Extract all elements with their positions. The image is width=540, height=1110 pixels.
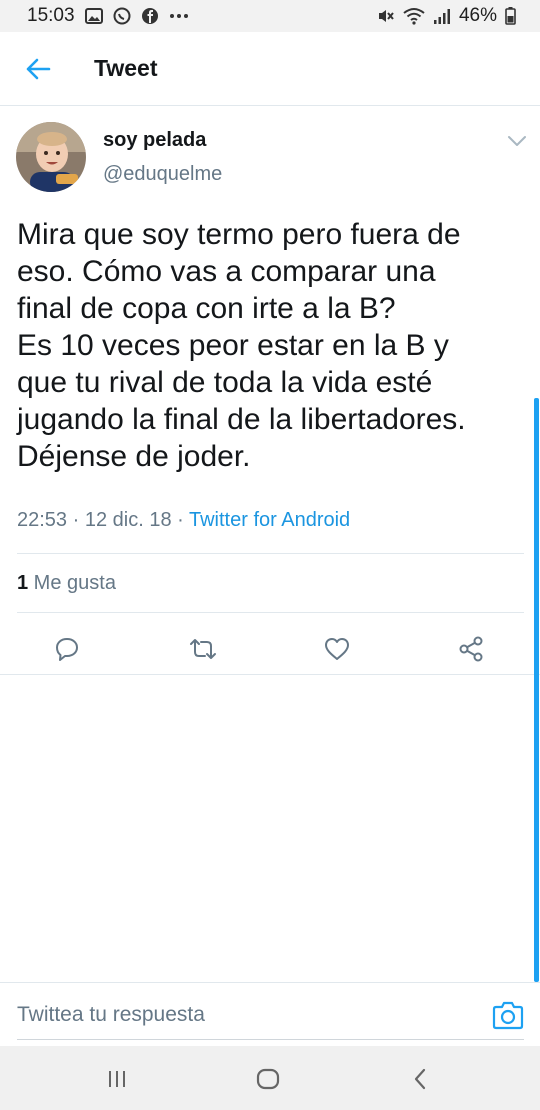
divider xyxy=(0,674,540,675)
status-bar: 15:03 46% xyxy=(0,0,540,32)
comment-icon xyxy=(56,638,78,661)
camera-button[interactable] xyxy=(492,1000,524,1030)
recent-apps-button[interactable] xyxy=(97,1064,137,1094)
system-nav-bar xyxy=(0,1046,540,1110)
battery-percent: 46% xyxy=(458,5,497,26)
tweet-text: Mira que soy termo pero fuera de eso. Có… xyxy=(17,218,466,473)
heart-icon xyxy=(325,638,349,660)
battery-icon xyxy=(505,7,516,25)
chevron-down-icon xyxy=(508,136,526,146)
arrow-left-icon xyxy=(26,58,51,79)
page-title: Tweet xyxy=(94,55,158,81)
divider xyxy=(17,612,524,613)
reply-bar xyxy=(0,982,540,1046)
whatsapp-icon xyxy=(113,7,131,25)
more-notifications-icon xyxy=(169,13,189,19)
author-name[interactable]: soy pelada xyxy=(103,129,206,152)
tweet-time: 22:53 xyxy=(17,509,68,531)
retweet-icon xyxy=(190,639,216,659)
reply-underline xyxy=(17,1039,524,1040)
system-back-button[interactable] xyxy=(400,1064,440,1094)
status-time: 15:03 xyxy=(27,5,75,26)
camera-icon xyxy=(492,1001,524,1030)
tweet-detail: soy pelada @eduquelme Mira que soy termo… xyxy=(0,106,540,675)
retweet-button[interactable] xyxy=(180,626,226,672)
facebook-icon xyxy=(141,7,159,25)
avatar[interactable] xyxy=(16,122,86,192)
gallery-icon xyxy=(84,8,103,24)
tweet-source-link[interactable]: Twitter for Android xyxy=(189,509,350,531)
scrollbar[interactable] xyxy=(534,398,539,982)
likes-row[interactable]: 1 Me gusta xyxy=(17,572,116,595)
tweet-actions xyxy=(0,626,540,672)
share-icon xyxy=(459,636,483,662)
home-button[interactable] xyxy=(248,1064,288,1094)
tweet-meta: 22:53 · 12 dic. 18 · Twitter for Android xyxy=(17,509,350,532)
avatar-image xyxy=(16,122,86,192)
reply-input[interactable] xyxy=(17,1003,457,1027)
home-icon xyxy=(256,1068,280,1090)
wifi-icon xyxy=(403,7,425,25)
signal-icon xyxy=(433,8,451,24)
tweet-date: 12 dic. 18 xyxy=(84,509,172,531)
tweet-options-button[interactable] xyxy=(506,134,528,148)
like-label: Me gusta xyxy=(28,572,116,594)
like-count: 1 xyxy=(17,572,29,594)
share-button[interactable] xyxy=(448,626,494,672)
recent-apps-icon xyxy=(109,1071,125,1087)
back-button[interactable] xyxy=(0,32,76,106)
author-handle[interactable]: @eduquelme xyxy=(103,163,222,186)
divider xyxy=(17,553,524,554)
mute-icon xyxy=(377,7,395,25)
app-header: Tweet xyxy=(0,32,540,106)
author-row: soy pelada @eduquelme xyxy=(0,106,540,206)
reply-button[interactable] xyxy=(44,626,90,672)
chevron-left-icon xyxy=(414,1068,426,1090)
meta-separator: · xyxy=(67,509,85,531)
meta-separator: · xyxy=(171,509,189,531)
like-button[interactable] xyxy=(314,626,360,672)
